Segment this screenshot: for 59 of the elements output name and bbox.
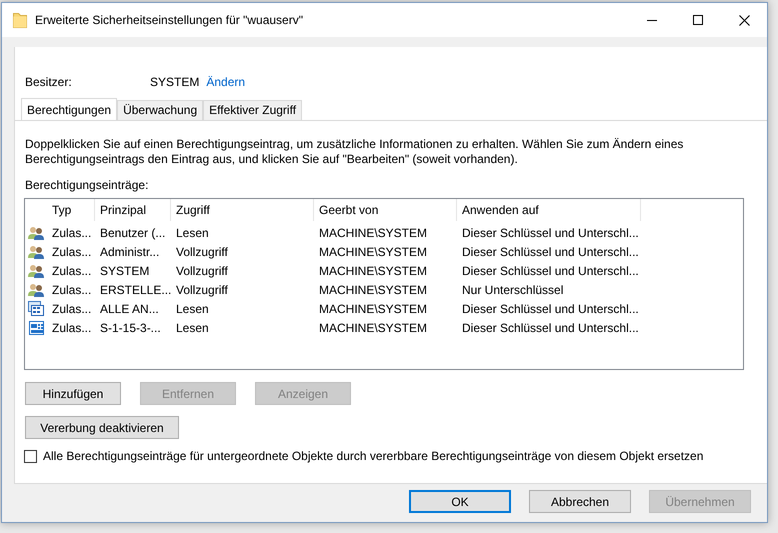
add-button[interactable]: Hinzufügen — [25, 382, 121, 405]
owner-label: Besitzer: — [25, 75, 73, 89]
column-header[interactable]: Geerbt von — [314, 199, 457, 221]
table-cell-text: Zulas... — [51, 264, 92, 278]
checkbox-label[interactable]: Alle Berechtigungseinträge für untergeordnete Objekte durch vererbbare Berechtigungseinträge von diesem Objekt ersetzen — [43, 449, 704, 463]
users-icon — [28, 226, 44, 240]
cancel-button[interactable]: Abbrechen — [529, 490, 631, 513]
owner-value: SYSTEM — [150, 75, 200, 89]
table-cell-text: Zulas... — [51, 282, 92, 296]
table-cell-text: MACHINE\SYSTEM — [318, 320, 428, 334]
table-cell-text: Lesen — [175, 320, 210, 334]
table-cell-text: Zulas... — [51, 244, 92, 258]
table-cell-text: ERSTELLE... — [99, 282, 171, 296]
users-icon — [28, 244, 44, 258]
table-cell-text: MACHINE\SYSTEM — [318, 244, 428, 258]
column-header[interactable]: Zugriff — [171, 199, 314, 221]
table-cell-text: Zulas... — [51, 302, 92, 316]
table-cell-text: Dieser Schlüssel und Unterschl... — [461, 244, 640, 258]
column-header[interactable]: Typ — [47, 199, 95, 221]
table-cell-text: Dieser Schlüssel und Unterschl... — [461, 264, 640, 278]
table-cell-text: Vollzugriff — [175, 244, 229, 258]
table-cell-text: Vollzugriff — [175, 264, 229, 278]
table-cell-text: MACHINE\SYSTEM — [318, 264, 428, 278]
table-cell-text: Dieser Schlüssel und Unterschl... — [461, 302, 640, 316]
table-cell-text: Zulas... — [51, 226, 92, 240]
table-cell-text: Vollzugriff — [175, 282, 229, 296]
window-title: Erweiterte Sicherheitseinstellungen für "wuauserv" — [35, 13, 304, 27]
table-cell-text: SYSTEM — [99, 264, 150, 278]
column-header[interactable]: Prinzipal — [95, 199, 171, 221]
table-cell-text: Dieser Schlüssel und Unterschl... — [461, 226, 640, 240]
table-cell-text: MACHINE\SYSTEM — [318, 226, 428, 240]
tab[interactable]: Überwachung — [117, 100, 204, 120]
disable-inheritance-button[interactable]: Vererbung deaktivieren — [25, 416, 179, 439]
maximize-icon — [693, 15, 703, 25]
table-cell-text: S-1-15-3-... — [99, 320, 162, 334]
folder-icon — [13, 12, 27, 28]
tab[interactable]: Berechtigungen — [21, 98, 118, 120]
description-text: Doppelklicken Sie auf einen Berechtigungseintrag, um zusätzliche Informationen zu erhalten. Wählen Sie zum Ändern eines Berechtigungseintrags den Eintrag aus, und klicken Sie auf "Bearbeiten" (soweit vorhanden). — [25, 137, 684, 167]
table-cell-text: MACHINE\SYSTEM — [318, 302, 428, 316]
table-cell-text: Administr... — [99, 244, 160, 258]
table-cell-text: Zulas... — [51, 320, 92, 334]
table-cell-text: Lesen — [175, 302, 210, 316]
users-icon — [28, 282, 44, 296]
table-cell-text: Dieser Schlüssel und Unterschl... — [461, 320, 640, 334]
checkbox[interactable] — [24, 450, 37, 462]
table-cell-text: Lesen — [175, 226, 210, 240]
table-cell-text: ALLE AN... — [99, 302, 160, 316]
app-grid-icon — [28, 320, 44, 334]
change-owner-link[interactable]: Ändern — [206, 75, 246, 89]
users-icon — [28, 264, 44, 278]
entries-label: Berechtigungseinträge: — [25, 178, 150, 192]
ok-button[interactable]: OK — [409, 490, 511, 513]
table-cell-text: Benutzer (... — [99, 226, 166, 240]
table-cell-text: Nur Unterschlüssel — [461, 282, 564, 296]
table-cell-text: MACHINE\SYSTEM — [318, 282, 428, 296]
tab[interactable]: Effektiver Zugriff — [203, 100, 302, 120]
column-header[interactable]: Anwenden auf — [457, 199, 641, 221]
app-window-icon — [28, 301, 44, 316]
close-icon — [738, 14, 750, 26]
